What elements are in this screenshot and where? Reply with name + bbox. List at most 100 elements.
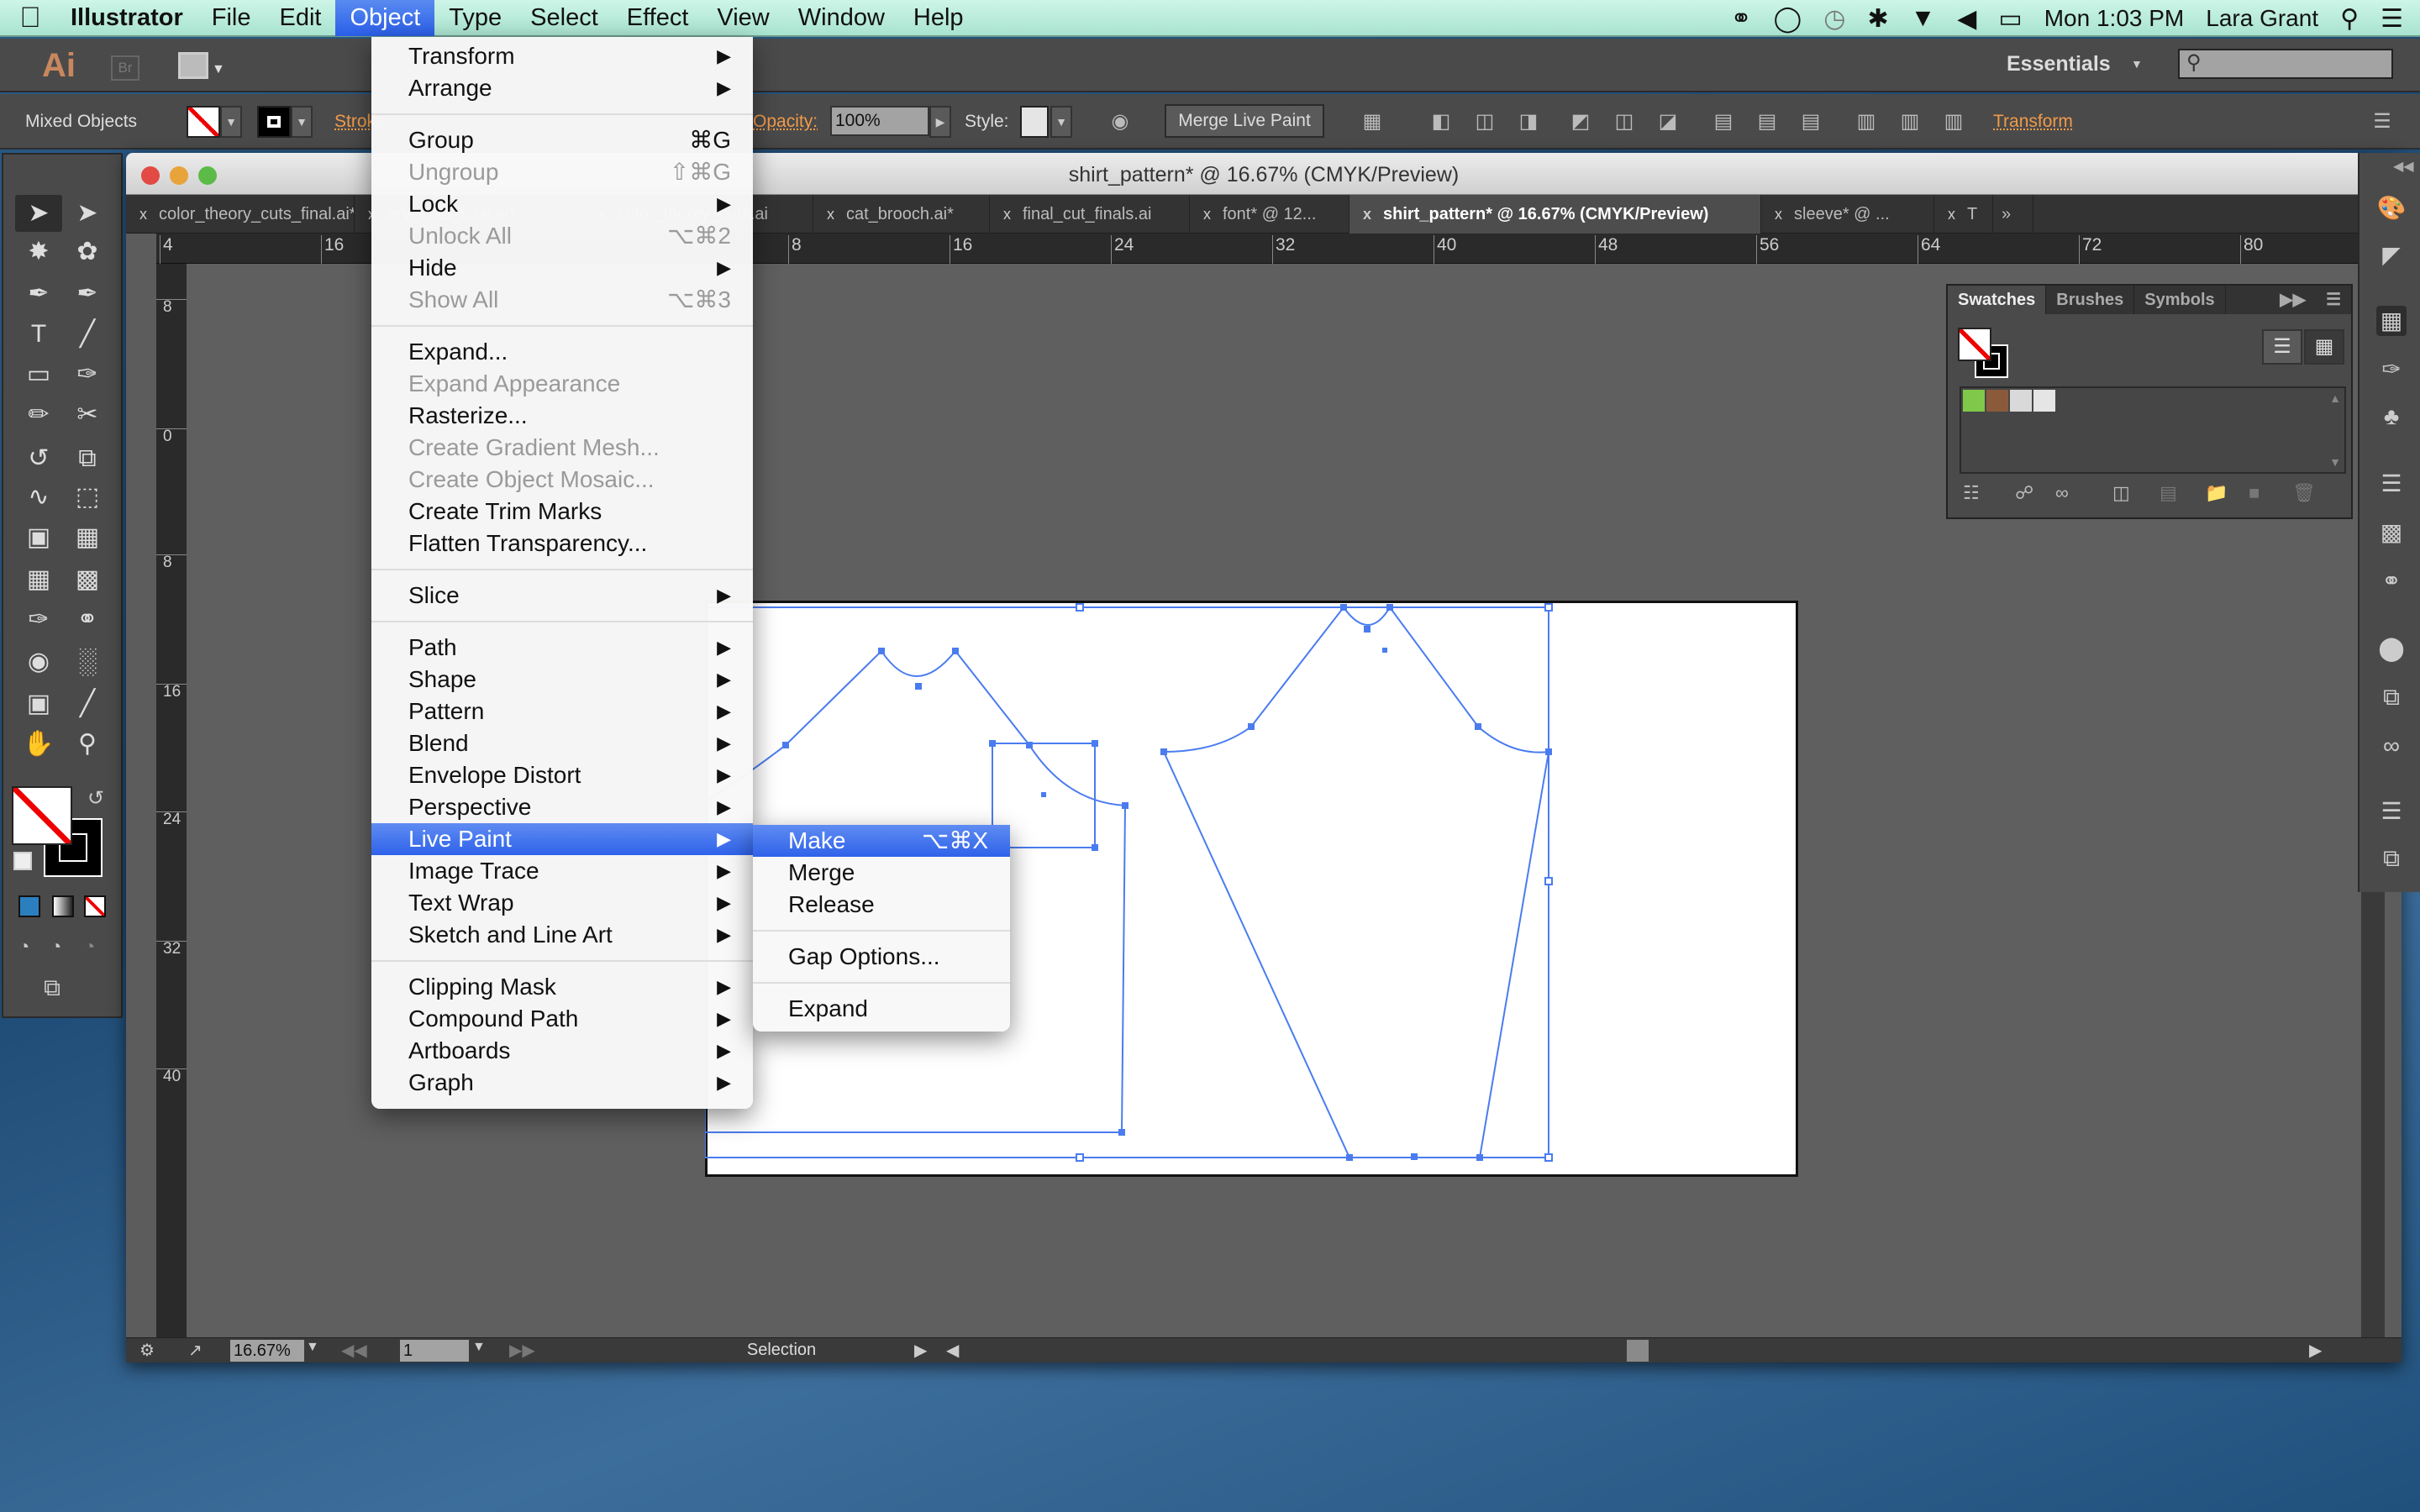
opacity-input[interactable]: 100%: [830, 106, 929, 136]
close-icon[interactable]: x: [1948, 206, 1955, 223]
clock[interactable]: Mon 1:03 PM: [2044, 5, 2185, 32]
notification-center-icon[interactable]: ☰: [2381, 4, 2403, 34]
pen-tool-icon[interactable]: ✒: [15, 276, 62, 312]
draw-normal-icon[interactable]: ◔: [18, 936, 29, 958]
blend-tool-icon[interactable]: ⚭: [64, 601, 111, 638]
brushes-panel-icon[interactable]: ✑: [2376, 354, 2407, 385]
swatches-panel-icon[interactable]: ▦: [2376, 306, 2407, 336]
close-icon[interactable]: x: [139, 206, 147, 223]
eyedropper-tool-icon[interactable]: ✑: [15, 601, 62, 638]
expand-panel-icon[interactable]: ▶▶: [2270, 286, 2316, 314]
menu-item-image-trace[interactable]: Image Trace ▶: [371, 855, 753, 887]
apple-icon[interactable]: : [0, 2, 60, 34]
help-search-input[interactable]: ⚲: [2178, 49, 2393, 79]
symbols-panel-icon[interactable]: ♣: [2376, 402, 2407, 432]
distribute-right-icon[interactable]: ▥: [1941, 109, 1966, 134]
document-tab[interactable]: x cat_brooch.ai*: [813, 195, 990, 234]
transform-link[interactable]: Transform: [1993, 94, 2073, 150]
menu-item-envelope-distort[interactable]: Envelope Distort ▶: [371, 759, 753, 791]
share-swatches-icon[interactable]: ☍: [2015, 482, 2033, 504]
menu-object[interactable]: Object: [335, 0, 435, 36]
pattern-swatch[interactable]: [1963, 390, 1985, 412]
menu-effect[interactable]: Effect: [613, 0, 703, 36]
activity-monitor-icon[interactable]: ▭: [1998, 4, 2022, 34]
new-color-group-icon[interactable]: 📁: [2205, 482, 2228, 504]
graphic-styles-icon[interactable]: ⧉: [2376, 682, 2407, 712]
menu-view[interactable]: View: [702, 0, 783, 36]
volume-icon[interactable]: ◀: [1957, 4, 1976, 34]
menu-item-pattern[interactable]: Pattern ▶: [371, 696, 753, 727]
pattern-swatch[interactable]: [2033, 390, 2055, 412]
artboard-tool-icon[interactable]: ▣: [15, 685, 62, 722]
panel-menu-icon[interactable]: ☰: [2370, 109, 2395, 134]
menu-item-graph[interactable]: Graph ▶: [371, 1067, 753, 1099]
document-tab[interactable]: x font* @ 12...: [1190, 195, 1349, 234]
scroll-right-icon[interactable]: ▶: [2309, 1340, 2322, 1361]
menu-item-transform[interactable]: Transform ▶: [371, 40, 753, 72]
rotate-tool-icon[interactable]: ↺: [15, 440, 62, 477]
status-menu-arrow-icon[interactable]: ▶: [914, 1340, 927, 1361]
menu-item-unlock-all[interactable]: Unlock All ⌥⌘2: [371, 220, 753, 252]
menu-item-create-object-mosaic[interactable]: Create Object Mosaic...: [371, 464, 753, 496]
artboard-number-input[interactable]: 1: [400, 1340, 469, 1362]
column-graph-tool-icon[interactable]: ░: [64, 643, 111, 680]
panel-menu-icon[interactable]: ☰: [2316, 286, 2351, 314]
opacity-link[interactable]: Opacity:: [753, 94, 818, 150]
paintbrush-tool-icon[interactable]: ✑: [64, 356, 111, 393]
menu-item-create-trim-marks[interactable]: Create Trim Marks: [371, 496, 753, 528]
align-to-selection-icon[interactable]: ▦: [1360, 109, 1385, 134]
close-icon[interactable]: x: [1363, 206, 1371, 223]
pattern-swatch[interactable]: [2010, 390, 2032, 412]
width-tool-icon[interactable]: ∿: [15, 479, 62, 516]
type-tool-icon[interactable]: T: [15, 316, 62, 353]
curvature-tool-icon[interactable]: ✒: [64, 276, 111, 312]
collapse-dock-icon[interactable]: ◀◀: [2393, 158, 2414, 175]
chevron-down-icon[interactable]: ▼: [291, 106, 313, 138]
menu-item-release[interactable]: Release: [753, 889, 1010, 921]
close-icon[interactable]: x: [1775, 206, 1782, 223]
document-tab-active[interactable]: x shirt_pattern* @ 16.67% (CMYK/Preview): [1349, 195, 1761, 234]
first-artboard-icon[interactable]: ◀◀: [341, 1340, 367, 1361]
menu-item-compound-path[interactable]: Compound Path ▶: [371, 1003, 753, 1035]
perspective-grid-tool-icon[interactable]: ▦: [64, 519, 111, 556]
screen-mode-icon[interactable]: ⧉: [44, 974, 60, 1002]
tab-symbols[interactable]: Symbols: [2134, 286, 2226, 314]
none-mode-icon[interactable]: [84, 895, 106, 917]
bluetooth-icon[interactable]: ✱: [1867, 4, 1888, 34]
menu-item-perspective[interactable]: Perspective ▶: [371, 791, 753, 823]
chevron-right-icon[interactable]: ▶: [929, 106, 951, 138]
lasso-tool-icon[interactable]: ✿: [64, 234, 111, 270]
mesh-tool-icon[interactable]: ▦: [15, 561, 62, 598]
scroll-down-icon[interactable]: ▼: [2329, 455, 2341, 469]
gpu-performance-icon[interactable]: ⚙: [139, 1340, 155, 1361]
default-fill-stroke-icon[interactable]: [13, 852, 32, 870]
cc-libraries-icon[interactable]: ∞: [2376, 731, 2407, 761]
scroll-left-icon[interactable]: ◀: [946, 1340, 959, 1361]
chevron-down-icon[interactable]: ▼: [2131, 57, 2143, 71]
swap-fill-stroke-icon[interactable]: ↺: [87, 786, 104, 811]
layers-panel-icon[interactable]: ☰: [2376, 796, 2407, 827]
delete-swatch-icon[interactable]: 🗑: [2292, 482, 2316, 504]
creative-cloud-icon[interactable]: ⚭: [1731, 4, 1752, 34]
last-artboard-icon[interactable]: ▶▶: [509, 1340, 535, 1361]
menu-item-show-all[interactable]: Show All ⌥⌘3: [371, 284, 753, 316]
menu-item-arrange[interactable]: Arrange ▶: [371, 72, 753, 104]
shape-builder-tool-icon[interactable]: ▣: [15, 519, 62, 556]
zoom-level-input[interactable]: 16.67%: [230, 1340, 304, 1362]
document-tab[interactable]: x sleeve* @ ...: [1761, 195, 1934, 234]
menu-item-expand[interactable]: Expand: [753, 993, 1010, 1025]
menu-item-path[interactable]: Path ▶: [371, 632, 753, 664]
document-tab[interactable]: x final_cut_finals.ai: [990, 195, 1190, 234]
line-tool-icon[interactable]: ╱: [64, 316, 111, 353]
artboards-panel-icon[interactable]: ⧉: [2376, 843, 2407, 874]
distribute-horizontal-center-icon[interactable]: ▥: [1897, 109, 1923, 134]
menu-type[interactable]: Type: [434, 0, 516, 36]
swatch-options-icon[interactable]: ▤: [2160, 482, 2177, 504]
chevron-down-icon[interactable]: ▼: [212, 62, 225, 77]
fill-swatch[interactable]: [1958, 328, 1991, 361]
tab-swatches[interactable]: Swatches: [1948, 286, 2047, 314]
transparency-panel-icon[interactable]: ⚭: [2376, 566, 2407, 596]
cc-libraries-icon[interactable]: ∞: [2055, 482, 2069, 504]
user-name[interactable]: Lara Grant: [2206, 5, 2318, 32]
color-panel-icon[interactable]: 🎨: [2376, 193, 2407, 223]
